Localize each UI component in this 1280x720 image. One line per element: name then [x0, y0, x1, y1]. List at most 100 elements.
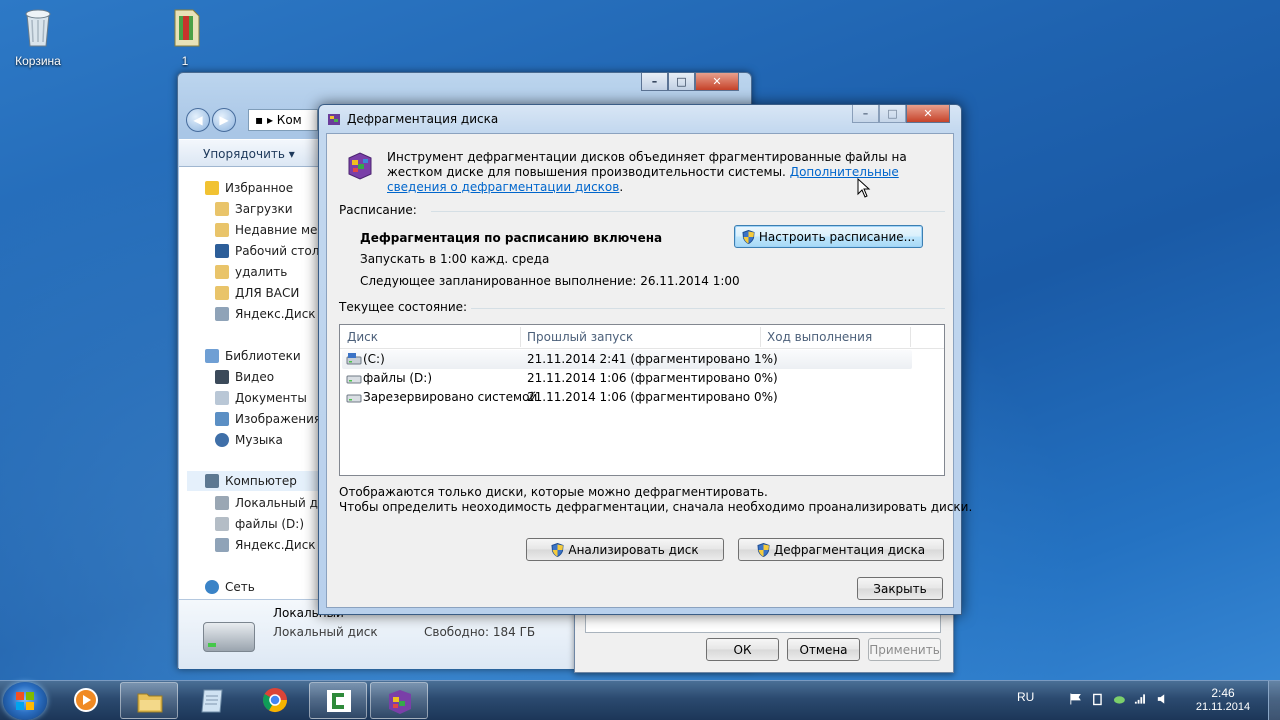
desktop-icon-label: 1 [181, 54, 189, 68]
folder-icon [215, 265, 229, 279]
taskbar-media-player[interactable] [57, 682, 115, 719]
nav-label: Видео [235, 370, 275, 384]
divider [431, 211, 945, 212]
configure-schedule-label: Настроить расписание... [758, 229, 916, 244]
winrar-archive-icon [174, 9, 200, 47]
language-indicator[interactable]: RU [1017, 690, 1034, 704]
mouse-cursor-icon [857, 178, 871, 198]
nav-label: Яндекс.Диск [235, 307, 316, 321]
desktop-icon-archive[interactable]: 1 [148, 6, 222, 68]
disk-row[interactable]: Зарезервировано системой 21.11.2014 1:06… [342, 388, 912, 407]
ok-button[interactable]: ОК [706, 638, 779, 661]
network-icon [205, 580, 219, 594]
nav-recent[interactable]: Недавние мест [215, 220, 331, 240]
taskbar-camtasia[interactable] [309, 682, 367, 719]
system-drive-icon [346, 353, 362, 365]
disk-row[interactable]: (C:) 21.11.2014 2:41 (фрагментировано 1%… [342, 350, 912, 369]
column-header-progress[interactable]: Ход выполнения [767, 330, 872, 344]
nav-documents[interactable]: Документы [215, 388, 307, 408]
back-button[interactable]: ◀ [186, 108, 210, 132]
nav-yadisk2[interactable]: Яндекс.Диск [215, 535, 316, 555]
forward-button[interactable]: ▶ [212, 108, 236, 132]
nav-yadisk[interactable]: Яндекс.Диск [215, 304, 316, 324]
disk-name: (C:) [363, 352, 385, 366]
desktop-icon-recycle-bin[interactable]: Корзина [1, 6, 75, 68]
cancel-button[interactable]: Отмена [787, 638, 860, 661]
column-separator [760, 327, 761, 347]
windows-logo-icon [16, 692, 34, 710]
taskbar-explorer[interactable] [120, 682, 178, 719]
uac-shield-icon [757, 542, 770, 557]
defragment-disk-button[interactable]: Дефрагментация диска [738, 538, 944, 561]
nav-music[interactable]: Музыка [215, 430, 283, 450]
nav-label: удалить [235, 265, 288, 279]
start-button[interactable] [3, 682, 47, 720]
nav-delete[interactable]: удалить [215, 262, 287, 282]
defrag-icon [328, 114, 340, 125]
nav-video[interactable]: Видео [215, 367, 274, 387]
notepad-icon [201, 689, 223, 713]
nav-libraries[interactable]: Библиотеки [205, 346, 301, 366]
documents-icon [215, 391, 229, 405]
organize-button[interactable]: Упорядочить ▾ [203, 147, 295, 161]
media-player-icon [74, 688, 98, 712]
show-desktop-button[interactable] [1268, 681, 1280, 720]
yandex-disk-icon [215, 307, 229, 321]
folder-icon [215, 202, 229, 216]
details-type: Локальный диск [273, 625, 378, 639]
nav-local-disk[interactable]: Локальный дис [215, 493, 332, 513]
uac-shield-icon [742, 229, 755, 244]
computer-icon: ▪ ▸ [255, 113, 277, 127]
maximize-button[interactable]: □ [879, 105, 906, 123]
nav-label: ДЛЯ ВАСИ [235, 286, 300, 300]
usb-device-icon[interactable] [1091, 692, 1104, 706]
desktop-icon-label: Корзина [15, 54, 61, 68]
apply-button[interactable]: Применить [868, 638, 941, 661]
configure-schedule-button[interactable]: Настроить расписание... [734, 225, 923, 248]
nav-images[interactable]: Изображения [215, 409, 321, 429]
network-signal-icon[interactable] [1134, 692, 1147, 706]
column-header-disk[interactable]: Диск [347, 330, 378, 344]
taskbar-defrag[interactable] [370, 682, 428, 719]
disk-name: файлы (D:) [363, 371, 433, 385]
note-analyze-first: Чтобы определить неоходимость дефрагмент… [339, 500, 973, 514]
nav-network[interactable]: Сеть [205, 577, 255, 597]
minimize-button[interactable]: – [852, 105, 879, 123]
minimize-button[interactable]: – [641, 73, 668, 91]
column-header-last-run[interactable]: Прошлый запуск [527, 330, 633, 344]
address-bar[interactable]: ▪ ▸ Ком [248, 109, 318, 131]
chevron-down-icon: ▾ [288, 147, 295, 161]
folder-icon [215, 223, 229, 237]
maximize-button[interactable]: □ [668, 73, 695, 91]
nav-label: Недавние мест [235, 223, 331, 237]
close-button[interactable]: ✕ [906, 105, 950, 123]
nav-files-d[interactable]: файлы (D:) [215, 514, 304, 534]
analyze-disk-button[interactable]: Анализировать диск [526, 538, 724, 561]
close-dialog-button[interactable]: Закрыть [857, 577, 943, 600]
nav-favorites[interactable]: Избранное [205, 178, 293, 198]
close-button[interactable]: ✕ [695, 73, 739, 91]
nav-downloads[interactable]: Загрузки [215, 199, 293, 219]
nav-label: Избранное [225, 181, 294, 195]
nav-vasya[interactable]: ДЛЯ ВАСИ [215, 283, 299, 303]
navigation-pane: Избранное Загрузки Недавние мест Рабочий… [179, 167, 332, 599]
nav-desktop[interactable]: Рабочий стол [215, 241, 319, 261]
flag-icon[interactable] [1069, 692, 1082, 706]
nav-computer[interactable]: Компьютер [187, 471, 321, 491]
yandex-disk-tray-icon[interactable] [1113, 692, 1126, 706]
details-free-space: Свободно: 184 ГБ [424, 625, 536, 639]
clock-time: 2:46 [1211, 686, 1235, 700]
disk-list-header: Диск Прошлый запуск Ход выполнения [340, 325, 944, 349]
clock-date: 21.11.2014 [1195, 701, 1251, 713]
properties-window: ОК Отмена Применить [574, 605, 954, 673]
taskbar-chrome[interactable] [246, 682, 304, 719]
library-icon [205, 349, 219, 363]
nav-label: Музыка [235, 433, 283, 447]
system-clock[interactable]: 2:46 21.11.2014 [1188, 686, 1258, 713]
disk-row[interactable]: файлы (D:) 21.11.2014 1:06 (фрагментиров… [342, 369, 912, 388]
disk-list[interactable]: Диск Прошлый запуск Ход выполнения (C:) … [339, 324, 945, 476]
volume-icon[interactable] [1156, 692, 1169, 706]
taskbar-notepad[interactable] [184, 682, 242, 719]
explorer-icon [137, 693, 163, 713]
defragment-disk-label: Дефрагментация диска [773, 542, 926, 557]
